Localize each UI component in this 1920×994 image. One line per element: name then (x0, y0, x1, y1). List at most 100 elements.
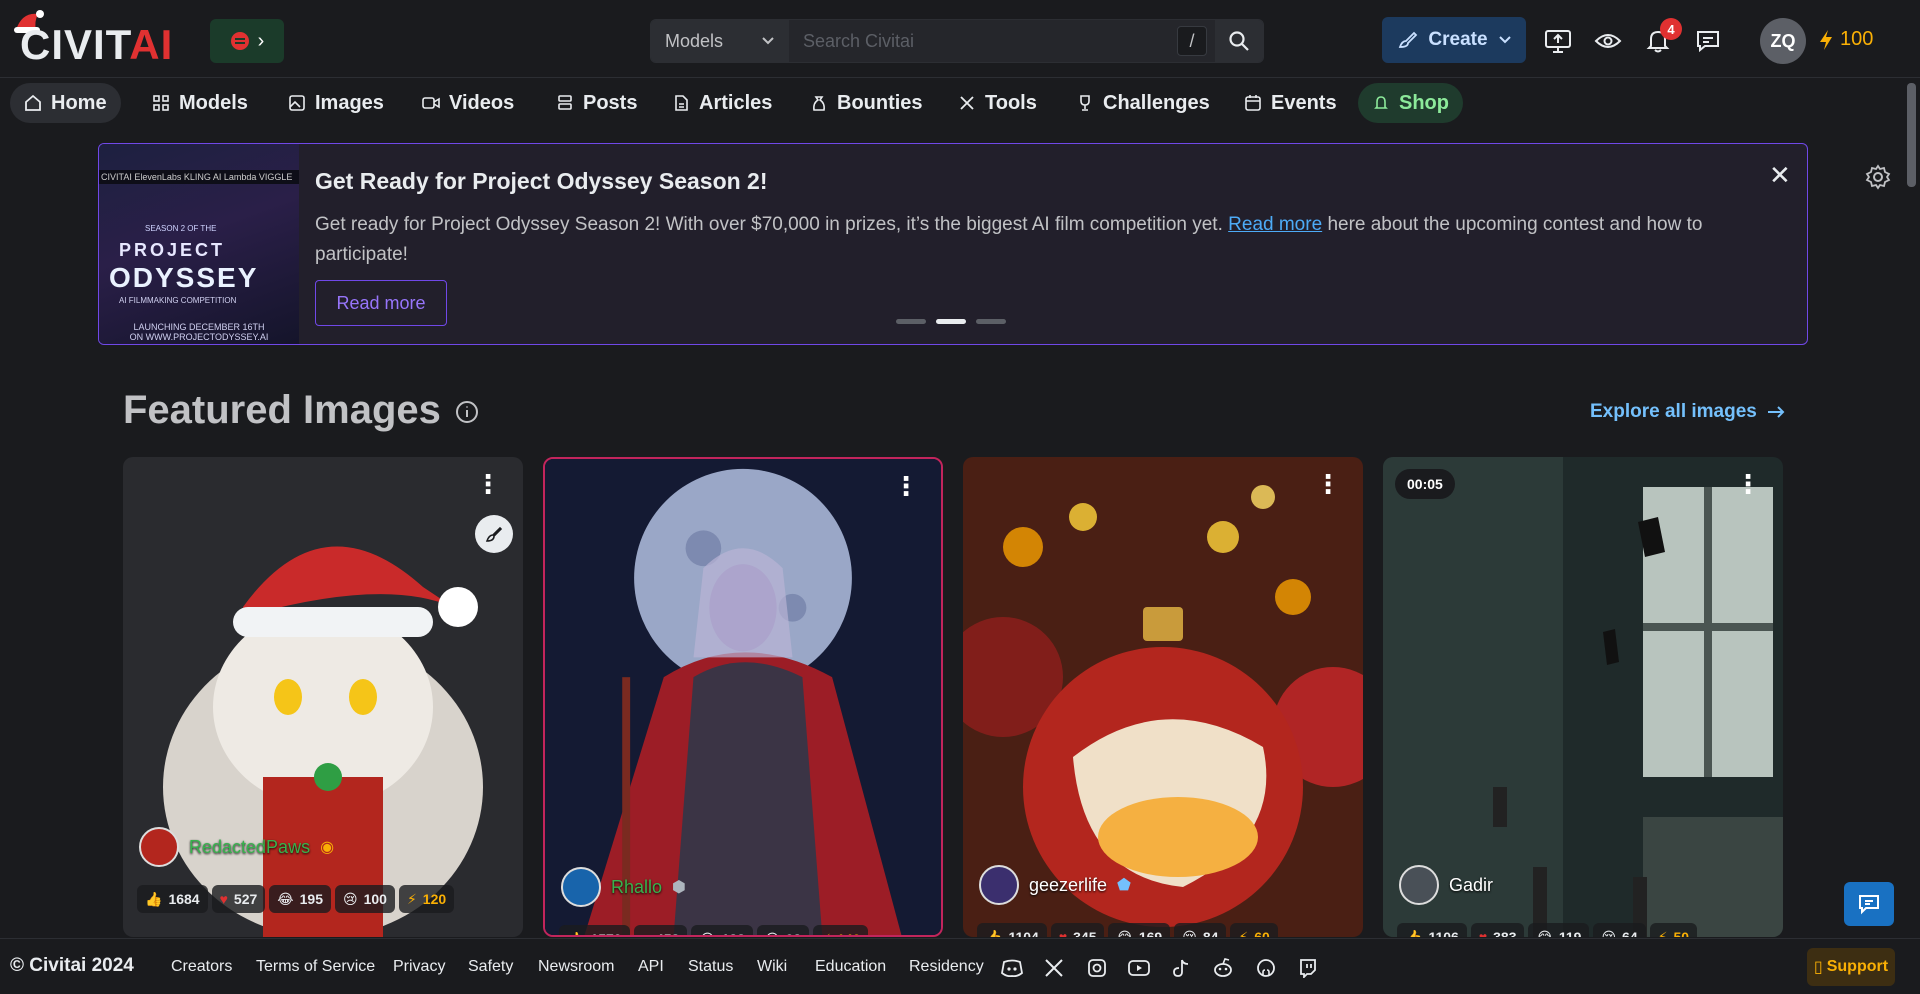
page-scrollbar[interactable] (1903, 79, 1920, 938)
card-menu-button[interactable]: ⋮ (1735, 471, 1761, 497)
moneybag-icon (813, 96, 825, 111)
buzz-tip[interactable]: ⚡ 50 (1649, 923, 1698, 937)
search-type-select[interactable]: Models (651, 20, 789, 62)
laugh-reaction[interactable]: 😂 119 (1528, 923, 1590, 938)
laugh-reaction[interactable]: 😂 169 (1108, 923, 1171, 937)
footer-link-api[interactable]: API (638, 958, 664, 976)
heart-reaction[interactable]: ♥ 527 (211, 885, 266, 913)
discord-icon[interactable] (1000, 956, 1024, 980)
footer-link-status[interactable]: Status (688, 958, 733, 976)
instagram-icon[interactable] (1085, 956, 1109, 980)
close-icon[interactable]: ✕ (1769, 160, 1791, 191)
settings-button[interactable] (1864, 163, 1892, 196)
like-reaction[interactable]: 👍1570 (559, 925, 630, 935)
laugh-reaction[interactable]: 😂 195 (269, 885, 331, 913)
buzz-tip[interactable]: ⚡ 60 (1230, 923, 1278, 938)
image-card[interactable]: ⋮ geezerlife ⬟ 👍 1104 ♥ 345 😂 169 😢 84 ⚡ 60 (963, 457, 1363, 937)
cry-icon: 😢 (1182, 928, 1197, 938)
x-twitter-icon[interactable] (1042, 956, 1066, 980)
creator-info[interactable]: geezerlife ⬟ (979, 865, 1131, 905)
footer-link-privacy[interactable]: Privacy (393, 958, 445, 976)
chat-icon[interactable] (1693, 26, 1723, 56)
heart-reaction[interactable]: ♥ 345 (1050, 923, 1105, 937)
reddit-icon[interactable] (1211, 956, 1235, 980)
remix-button[interactable] (475, 515, 513, 553)
nav-bounties[interactable]: Bounties (796, 83, 937, 123)
carousel-dot-active[interactable] (936, 319, 966, 324)
nav-home[interactable]: Home (10, 83, 121, 123)
cry-reaction[interactable]: 😢 64 (1593, 923, 1646, 938)
nav-posts[interactable]: Posts (542, 83, 651, 123)
github-icon[interactable] (1254, 956, 1278, 980)
video-card[interactable]: 00:05 ⋮ Gadir 👍 1106 ♥ 383 😂 119 😢 64 ⚡ 50 (1383, 457, 1783, 937)
buzz-tip[interactable]: ⚡140 (813, 925, 869, 935)
banner-read-more-button[interactable]: Read more (315, 280, 447, 326)
tiktok-icon[interactable] (1169, 956, 1193, 980)
youtube-icon[interactable] (1127, 956, 1151, 980)
like-reaction[interactable]: 👍 1104 (977, 923, 1047, 937)
nav-tools[interactable]: Tools (944, 83, 1051, 123)
cry-reaction[interactable]: 😢 100 (334, 885, 395, 913)
footer-link-residency[interactable]: Residency (909, 958, 984, 976)
chat-support-button[interactable] (1844, 882, 1894, 926)
twitch-icon[interactable] (1296, 956, 1320, 980)
heart-reaction[interactable]: ♥458 (633, 925, 688, 935)
footer-link-wiki[interactable]: Wiki (757, 958, 787, 976)
cry-reaction[interactable]: 😢93 (756, 925, 810, 935)
carousel-dot[interactable] (896, 319, 926, 324)
explore-all-images-link[interactable]: Explore all images (1590, 401, 1785, 423)
notifications-button[interactable]: 4 (1643, 18, 1682, 56)
banner-read-more-link[interactable]: Read more (1228, 214, 1322, 235)
buzz-balance[interactable]: 100 (1818, 28, 1873, 51)
creator-info[interactable]: RedactedPaws ◉ (139, 827, 334, 867)
card-menu-button[interactable]: ⋮ (475, 471, 501, 497)
eye-icon[interactable] (1593, 26, 1623, 56)
nav-videos[interactable]: Videos (408, 83, 528, 123)
footer-link-education[interactable]: Education (815, 958, 886, 976)
footer-link-creators[interactable]: Creators (171, 958, 232, 976)
image-card[interactable]: ⋮ Rhallo ⬢ 👍1570 ♥458 😂133 😢93 ⚡140 (543, 457, 943, 937)
thumbs-up-icon: 👍 (985, 928, 1003, 938)
project-odyssey-banner-image[interactable]: CIVITAI ElevenLabs KLING AI Lambda VIGGL… (99, 144, 299, 344)
nav-events[interactable]: Events (1230, 83, 1351, 123)
gear-icon (1865, 164, 1891, 190)
nav-models[interactable]: Models (138, 83, 262, 123)
footer-link-safety[interactable]: Safety (468, 958, 513, 976)
nav-challenges[interactable]: Challenges (1062, 83, 1224, 123)
nav-shop[interactable]: Shop (1358, 83, 1463, 123)
thumbs-up-icon: 👍 (145, 890, 163, 907)
laugh-icon: 😂 (1536, 928, 1553, 938)
lightning-icon: ⚡ (1238, 928, 1249, 938)
info-icon[interactable] (455, 400, 479, 429)
create-button[interactable]: Create (1382, 17, 1526, 63)
buzz-tip[interactable]: ⚡ 120 (398, 885, 455, 913)
top-header: CIVITAI › Models / Create 4 ZQ 100 (0, 0, 1920, 78)
cry-reaction[interactable]: 😢 84 (1174, 923, 1227, 938)
nav-articles[interactable]: Articles (658, 83, 786, 123)
search-button[interactable] (1215, 20, 1263, 62)
image-card[interactable]: ⋮ RedactedPaws ◉ 👍 1684 ♥ 527 😂 195 😢 100 ⚡ 1… (123, 457, 523, 937)
cry-icon: 😢 (1601, 928, 1617, 938)
like-reaction[interactable]: 👍 1684 (137, 885, 208, 913)
search-input[interactable] (789, 20, 1177, 62)
nav-images[interactable]: Images (274, 83, 398, 123)
support-button[interactable]: ▯ Support (1807, 948, 1895, 986)
footer-link-newsroom[interactable]: Newsroom (538, 958, 614, 976)
scrollbar-thumb[interactable] (1907, 83, 1916, 187)
copyright-text: © Civitai 2024 (10, 955, 134, 976)
user-avatar[interactable]: ZQ (1760, 18, 1806, 64)
footer-link-terms[interactable]: Terms of Service (256, 958, 375, 976)
civitai-logo[interactable]: CIVITAI (12, 10, 202, 66)
promo-badge-button[interactable]: › (210, 19, 284, 63)
laugh-reaction[interactable]: 😂133 (691, 925, 753, 935)
card-menu-button[interactable]: ⋮ (893, 473, 919, 499)
card-menu-button[interactable]: ⋮ (1315, 471, 1341, 497)
avatar (561, 867, 601, 907)
heart-reaction[interactable]: ♥ 383 (1470, 923, 1525, 937)
monitor-upload-icon[interactable] (1543, 26, 1573, 56)
creator-badge-icon: ⬢ (672, 879, 686, 896)
creator-info[interactable]: Gadir (1399, 865, 1493, 905)
carousel-dot[interactable] (976, 319, 1006, 324)
creator-info[interactable]: Rhallo ⬢ (561, 867, 686, 907)
like-reaction[interactable]: 👍 1106 (1397, 923, 1467, 937)
